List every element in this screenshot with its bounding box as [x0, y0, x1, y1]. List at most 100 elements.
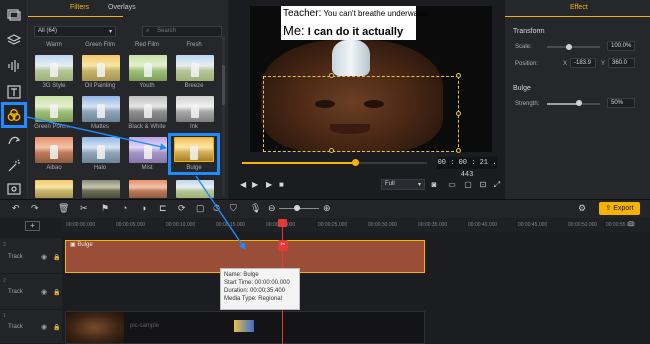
filter-label-breeze: Breeze	[184, 83, 204, 89]
next-frame-icon[interactable]: ▶	[266, 180, 272, 189]
playback-progress-knob[interactable]	[351, 159, 359, 166]
quality-select[interactable]: Full ▾	[381, 179, 425, 190]
lock-icon[interactable]: 🔒	[53, 289, 60, 296]
record-icon[interactable]: 🎙	[250, 203, 261, 214]
split-icon[interactable]: ✂	[80, 203, 88, 214]
prev-frame-icon[interactable]: ◀	[240, 180, 246, 189]
marker-icon[interactable]: ⚑	[101, 203, 109, 214]
eye-icon[interactable]: ◉	[41, 288, 47, 296]
split-scissor-icon[interactable]: ✂	[278, 240, 288, 251]
transform-section-title: Transform	[513, 28, 545, 35]
duration-icon[interactable]: ⏱	[213, 203, 220, 214]
filter-thumb-mattes[interactable]	[82, 96, 120, 122]
search-placeholder: Search	[157, 28, 177, 34]
filter-thumb-aibao[interactable]	[35, 137, 73, 163]
bulge-region-selection[interactable]	[263, 76, 459, 152]
eye-icon[interactable]: ◉	[41, 253, 47, 261]
filter-thumb-row5-4[interactable]	[176, 180, 214, 198]
filter-thumb-row5-3[interactable]	[129, 180, 167, 198]
filter-thumb-green-porcelain[interactable]	[35, 96, 73, 122]
layers-icon[interactable]	[4, 32, 24, 50]
tab-effect[interactable]: Effect	[570, 4, 588, 11]
filter-label-aibao: Aibao	[46, 165, 62, 171]
display-icon[interactable]: ▭	[447, 180, 457, 189]
filter-thumb-ink[interactable]	[176, 96, 214, 122]
transitions-icon[interactable]	[4, 132, 24, 150]
crop-icon[interactable]: ⊡	[478, 180, 488, 189]
filter-thumb-3g-style[interactable]	[35, 55, 73, 81]
filter-label-3g-style: 3G Style	[42, 83, 66, 89]
tab-overlays[interactable]: Overlays	[108, 4, 136, 11]
media-icon[interactable]	[4, 6, 24, 24]
panel-scrollbar-thumb[interactable]	[222, 65, 225, 105]
settings-sliders-icon[interactable]: ⚙	[578, 203, 586, 214]
text-icon[interactable]	[4, 83, 24, 101]
timeline-ruler[interactable]	[62, 218, 650, 232]
filter-thumb-mist[interactable]	[129, 137, 167, 163]
strength-slider-knob[interactable]	[576, 100, 582, 106]
rotate-icon[interactable]: ⟳	[178, 203, 186, 214]
play-icon[interactable]: ▶	[252, 180, 258, 189]
filter-thumb-halo[interactable]	[82, 137, 120, 163]
scale-slider[interactable]	[547, 46, 600, 48]
redo-icon[interactable]: ↷	[31, 203, 39, 214]
selection-handle[interactable]	[456, 73, 461, 78]
ruler-tick: 00:00:35.000	[418, 222, 448, 228]
filter-label-mattes: Mattes	[90, 124, 109, 130]
filter-thumb-youth[interactable]	[129, 55, 167, 81]
position-y-input[interactable]: 360.0	[608, 58, 635, 68]
track-name: Track	[8, 324, 23, 330]
speed-icon[interactable]: ◔	[122, 203, 127, 213]
delete-icon[interactable]: 🗑	[58, 203, 69, 214]
scale-slider-knob[interactable]	[566, 44, 572, 50]
ruler-tick: 00:00:15.000	[216, 222, 246, 228]
selection-handle[interactable]	[329, 148, 334, 153]
meme-caption: Teacher: You can't breathe underwater. M…	[281, 6, 429, 40]
tab-filters[interactable]: Filters	[70, 4, 89, 11]
stop-icon[interactable]: ■	[279, 180, 284, 189]
filter-thumb-row5-1[interactable]	[35, 180, 73, 198]
zoom-out-icon[interactable]: ⊖	[268, 203, 276, 214]
filter-thumb-bulge[interactable]	[174, 137, 214, 162]
zoom-in-icon[interactable]: ⊕	[323, 203, 331, 214]
lock-icon[interactable]: 🔒	[53, 324, 60, 331]
add-track-button[interactable]: +	[25, 221, 40, 231]
snapshot-icon[interactable]: ◙	[429, 180, 439, 189]
position-x-input[interactable]: -183.9	[570, 58, 596, 68]
crop-tool-icon[interactable]: ⊏	[159, 203, 167, 214]
category-select[interactable]: All (64) ▾	[34, 26, 116, 37]
video-clip-thumbnail-2	[234, 320, 254, 332]
scale-value[interactable]: 100.0%	[607, 41, 635, 51]
selection-handle[interactable]	[456, 148, 461, 153]
filter-thumb-row5-2[interactable]	[82, 180, 120, 198]
filter-thumb-oil-painting[interactable]	[82, 55, 120, 81]
fit-timeline-icon[interactable]: ⊡	[628, 220, 634, 228]
filter-label-oil-painting: Oil Painting	[84, 83, 116, 89]
elements-icon[interactable]	[4, 180, 24, 198]
undo-icon[interactable]: ↶	[12, 203, 20, 214]
filters-icon[interactable]	[1, 102, 27, 128]
filter-thumb-breeze[interactable]	[176, 55, 214, 81]
search-input[interactable]: ⌕ Search	[142, 26, 222, 37]
selection-handle[interactable]	[329, 73, 334, 78]
lock-icon[interactable]: 🔒	[53, 254, 60, 261]
export-button[interactable]: ⇪ Export	[599, 202, 640, 215]
audio-icon[interactable]	[4, 57, 24, 75]
filter-thumb-black-white[interactable]	[129, 96, 167, 122]
zoom-slider-knob[interactable]	[294, 205, 300, 211]
filter-label-bulge: Bulge	[186, 165, 202, 171]
color-icon[interactable]: ◑	[141, 203, 146, 213]
strength-value[interactable]: 50%	[607, 98, 635, 108]
freeze-icon[interactable]: ▢	[196, 203, 205, 214]
eye-icon[interactable]: ◉	[41, 323, 47, 331]
effects-icon[interactable]	[4, 157, 24, 175]
layout-icon[interactable]: ▢	[463, 180, 473, 189]
panel-scrollbar[interactable]	[222, 36, 225, 196]
fullscreen-icon[interactable]: ⤢	[492, 180, 502, 189]
shield-icon[interactable]: ⛉	[230, 203, 237, 214]
playhead-handle[interactable]	[278, 219, 287, 227]
filter-label-fresh: Fresh	[186, 42, 202, 48]
selection-handle[interactable]	[456, 111, 461, 116]
filter-label-youth: Youth	[139, 83, 155, 89]
chevron-down-icon: ▾	[108, 29, 112, 35]
